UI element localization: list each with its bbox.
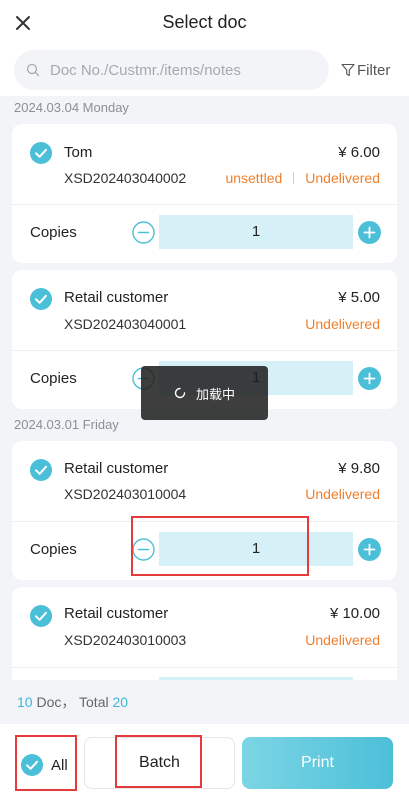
doc-card[interactable]: Tom ¥ 6.00 XSD202403040002 unsettled Und… (12, 124, 397, 263)
date-header: 2024.03.01 Friday (14, 417, 119, 432)
doc-amount: ¥ 5.00 (338, 289, 380, 306)
checkbox-checked-icon[interactable] (30, 605, 52, 627)
doc-count: 10 (17, 694, 33, 710)
copies-label: Copies (30, 370, 77, 387)
search-icon (26, 63, 40, 77)
status-line: Undelivered (305, 486, 380, 502)
customer-name: Retail customer (64, 289, 169, 306)
copies-quantity[interactable]: 1 (159, 215, 353, 249)
loading-text: 加载中 (195, 386, 235, 402)
delivery-status: Undelivered (305, 486, 380, 502)
total-count: 20 (112, 694, 129, 710)
header-bar: Select doc (0, 0, 409, 46)
settle-status: unsettled (225, 170, 283, 186)
plus-icon[interactable] (358, 221, 381, 244)
loading-toast: 加载中 (141, 366, 268, 420)
status-line: Undelivered (305, 632, 380, 648)
customer-name: Tom (64, 144, 93, 161)
doc-label: Doc， (36, 694, 76, 710)
status-line: unsettled Undelivered (225, 170, 380, 186)
loading-spinner-icon (174, 387, 186, 399)
print-button[interactable]: Print (242, 737, 393, 789)
highlight-box-batch (115, 735, 202, 788)
status-divider (293, 172, 295, 184)
doc-number: XSD202403010004 (64, 486, 187, 502)
doc-number: XSD202403040002 (64, 170, 187, 186)
delivery-status: Undelivered (305, 632, 380, 648)
minus-icon[interactable] (132, 221, 155, 244)
search-row: Filter (0, 46, 409, 96)
filter-label: Filter (357, 61, 391, 79)
plus-icon[interactable] (358, 538, 381, 561)
filter-button[interactable]: Filter (341, 60, 390, 80)
status-line: Undelivered (305, 316, 380, 332)
page-title: Select doc (162, 12, 247, 32)
copies-label: Copies (30, 541, 77, 558)
doc-amount: ¥ 10.00 (329, 605, 380, 622)
doc-number: XSD202403010003 (64, 632, 187, 648)
highlight-box-all (15, 735, 77, 791)
doc-amount: ¥ 9.80 (338, 460, 380, 477)
filter-icon (341, 63, 355, 77)
card-divider (12, 667, 397, 668)
customer-name: Retail customer (64, 605, 169, 622)
highlight-box-copies (131, 516, 309, 576)
selection-summary: 10 Doc， Total 20 (0, 680, 409, 724)
search-box[interactable] (14, 50, 329, 90)
total-label: Total (79, 694, 109, 710)
card-divider (12, 204, 397, 205)
card-divider (12, 350, 397, 351)
checkbox-checked-icon[interactable] (30, 142, 52, 164)
doc-number: XSD202403040001 (64, 316, 187, 332)
customer-name: Retail customer (64, 460, 169, 477)
checkbox-checked-icon[interactable] (30, 459, 52, 481)
delivery-status: Undelivered (305, 170, 380, 186)
plus-icon[interactable] (358, 367, 381, 390)
copies-label: Copies (30, 224, 77, 241)
doc-card[interactable]: Retail customer ¥ 10.00 XSD202403010003 … (12, 587, 397, 680)
date-header: 2024.03.04 Monday (14, 100, 129, 115)
search-input[interactable] (50, 50, 320, 90)
doc-amount: ¥ 6.00 (338, 144, 380, 161)
checkbox-checked-icon[interactable] (30, 288, 52, 310)
delivery-status: Undelivered (305, 316, 380, 332)
